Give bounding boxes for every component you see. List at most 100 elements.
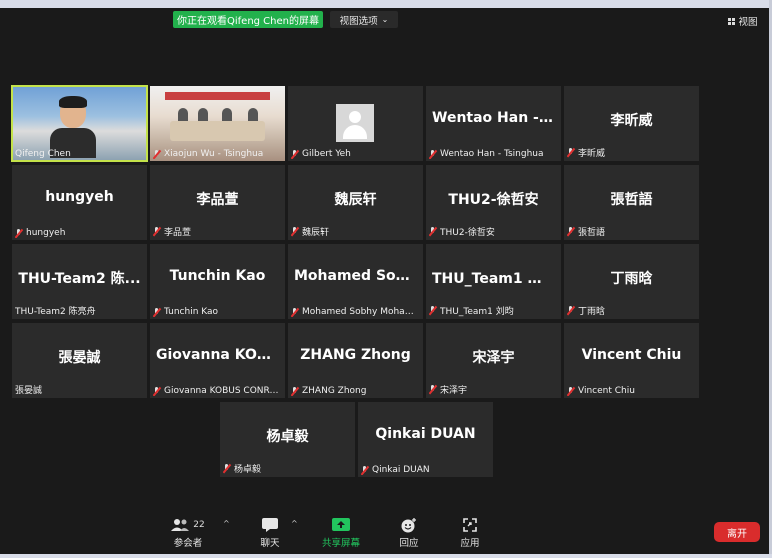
view-options-label: 视图选项 <box>339 15 378 27</box>
participant-display-name: 張晏誠 <box>58 350 101 366</box>
participant-display-name: 李昕威 <box>610 113 653 129</box>
mic-muted-icon <box>429 149 437 159</box>
chevron-down-icon: ⌄ <box>381 15 389 24</box>
chat-label: 聊天 <box>260 538 280 549</box>
participant-name: 杨卓毅 <box>223 462 351 475</box>
participants-label: 参会者 <box>173 538 203 549</box>
share-screen-button[interactable]: 共享屏幕 <box>316 515 366 551</box>
share-screen-icon <box>332 518 350 531</box>
mic-muted-icon <box>291 307 299 317</box>
apps-label: 应用 <box>460 538 480 549</box>
participant-name: Qinkai DUAN <box>361 465 489 475</box>
participant-name: THU_Team1 刘昀 <box>429 304 557 317</box>
mic-muted-icon <box>15 228 23 238</box>
participant-tile-li-pinxuan[interactable]: 李品萱 李品萱 <box>150 165 285 240</box>
participant-name: Vincent Chiu <box>567 386 695 396</box>
mic-muted-icon <box>567 148 575 157</box>
participant-tile-mohamed-sobhy[interactable]: Mohamed Sobh... Mohamed Sobhy Moham... <box>288 244 423 319</box>
mic-muted-icon <box>291 386 299 396</box>
participant-display-name: ZHANG Zhong <box>300 347 411 363</box>
reactions-button[interactable]: 回应 <box>384 515 434 551</box>
view-button-label: 视图 <box>738 17 758 28</box>
participants-button[interactable]: 22 参会者 <box>163 515 213 551</box>
participant-tile-zhang-yancheng[interactable]: 張晏誠 張晏誠 <box>12 323 147 398</box>
participant-tile-giovanna-kobus[interactable]: Giovanna KOBU... Giovanna KOBUS CONRA... <box>150 323 285 398</box>
mic-muted-icon <box>153 307 161 317</box>
grid-view-icon <box>728 17 736 25</box>
window-frame-bottom <box>0 554 772 558</box>
participants-icon <box>171 519 190 531</box>
participant-display-name: THU_Team1 刘昀 <box>432 271 556 287</box>
participant-display-name: hungyeh <box>45 189 114 205</box>
participant-tile-qifeng-chen[interactable]: Qifeng Chen <box>11 85 148 162</box>
window-frame-top <box>0 0 772 8</box>
participant-name: Giovanna KOBUS CONRA... <box>153 386 281 396</box>
participant-tile-wentao-han[interactable]: Wentao Han - T... Wentao Han - Tsinghua <box>426 86 561 161</box>
mic-muted-icon <box>153 149 161 159</box>
mic-muted-icon <box>153 386 161 396</box>
participant-display-name: THU-Team2 陈... <box>18 271 141 287</box>
participant-name: Tunchin Kao <box>153 307 281 317</box>
participant-name: 張晏誠 <box>15 386 43 396</box>
mic-muted-icon <box>429 306 437 315</box>
participant-name: THU2-徐哲安 <box>429 225 557 238</box>
participant-tile-hungyeh[interactable]: hungyeh hungyeh <box>12 165 147 240</box>
chevron-up-icon[interactable]: ^ <box>291 519 298 528</box>
participant-tile-xiaojun-wu[interactable]: Xiaojun Wu - Tsinghua <box>150 86 285 161</box>
participant-display-name: THU2-徐哲安 <box>448 192 539 208</box>
sharing-banner[interactable]: 你正在观看Qifeng Chen的屏幕 <box>173 11 323 28</box>
chat-button[interactable]: 聊天 <box>245 515 295 551</box>
participant-tile-li-xinwei[interactable]: 李昕威 李昕威 <box>564 86 699 161</box>
participant-tile-wei-chenxuan[interactable]: 魏辰轩 魏辰轩 <box>288 165 423 240</box>
mic-muted-icon <box>567 386 575 396</box>
participant-name: 李昕威 <box>567 146 695 159</box>
participant-display-name: 張哲語 <box>610 192 653 208</box>
participant-tile-tunchin-kao[interactable]: Tunchin Kao Tunchin Kao <box>150 244 285 319</box>
participant-tile-gilbert-yeh[interactable]: Gilbert Yeh <box>288 86 423 161</box>
mic-muted-icon <box>567 227 575 236</box>
participant-tile-zhang-zheyu[interactable]: 張哲語 張哲語 <box>564 165 699 240</box>
participant-tile-song-zeyu[interactable]: 宋泽宇 宋泽宇 <box>426 323 561 398</box>
participant-name: ZHANG Zhong <box>291 386 419 396</box>
mic-muted-icon <box>361 465 369 475</box>
mic-muted-icon <box>429 227 437 236</box>
participant-tile-zhang-zhong[interactable]: ZHANG Zhong ZHANG Zhong <box>288 323 423 398</box>
participant-tile-thu2-xu[interactable]: THU2-徐哲安 THU2-徐哲安 <box>426 165 561 240</box>
participant-tile-qinkai-duan[interactable]: Qinkai DUAN Qinkai DUAN <box>358 402 493 477</box>
mic-muted-icon <box>567 306 575 315</box>
participant-display-name: 宋泽宇 <box>472 350 515 366</box>
participant-tile-ding-yuhan[interactable]: 丁雨晗 丁雨晗 <box>564 244 699 319</box>
mic-muted-icon <box>291 227 299 236</box>
participant-tile-yang-zhuoyi[interactable]: 杨卓毅 杨卓毅 <box>220 402 355 477</box>
participants-count: 22 <box>193 520 205 530</box>
participant-display-name: 李品萱 <box>196 192 239 208</box>
emoji-icon <box>401 518 416 533</box>
view-options-button[interactable]: 视图选项 ⌄ <box>330 11 398 28</box>
participant-display-name: Vincent Chiu <box>581 347 682 363</box>
participant-tile-thu-team1[interactable]: THU_Team1 刘昀 THU_Team1 刘昀 <box>426 244 561 319</box>
participant-tile-vincent-chiu[interactable]: Vincent Chiu Vincent Chiu <box>564 323 699 398</box>
reactions-label: 回应 <box>399 538 419 549</box>
participant-tile-thu-team2[interactable]: THU-Team2 陈... THU-Team2 陈亮舟 <box>12 244 147 319</box>
mic-muted-icon <box>429 385 437 394</box>
mic-muted-icon <box>223 464 231 473</box>
participant-name: Gilbert Yeh <box>291 149 419 159</box>
apps-button[interactable]: 应用 <box>445 515 495 551</box>
participant-name: THU-Team2 陈亮舟 <box>15 307 96 317</box>
view-button[interactable]: 视图 <box>724 13 762 29</box>
participant-name: 張哲語 <box>567 225 695 238</box>
mic-muted-icon <box>153 227 161 236</box>
participant-display-name: Qinkai DUAN <box>375 426 476 442</box>
participant-display-name: Tunchin Kao <box>169 268 266 284</box>
participant-display-name: Wentao Han - T... <box>432 110 561 126</box>
leave-meeting-button[interactable]: 离开 <box>714 522 760 542</box>
meeting-toolbar: 22 参会者 ^ 聊天 ^ 共享屏幕 回应 应用 <box>0 510 769 554</box>
participant-display-name: Giovanna KOBU... <box>156 347 285 363</box>
participant-display-name: Mohamed Sobh... <box>294 268 423 284</box>
chevron-up-icon[interactable]: ^ <box>223 519 230 528</box>
participant-name: hungyeh <box>15 228 143 238</box>
participant-display-name: 丁雨晗 <box>610 271 653 287</box>
participant-display-name: 魏辰轩 <box>334 192 377 208</box>
participant-name: Xiaojun Wu - Tsinghua <box>153 149 281 159</box>
participant-name: 丁雨晗 <box>567 304 695 317</box>
